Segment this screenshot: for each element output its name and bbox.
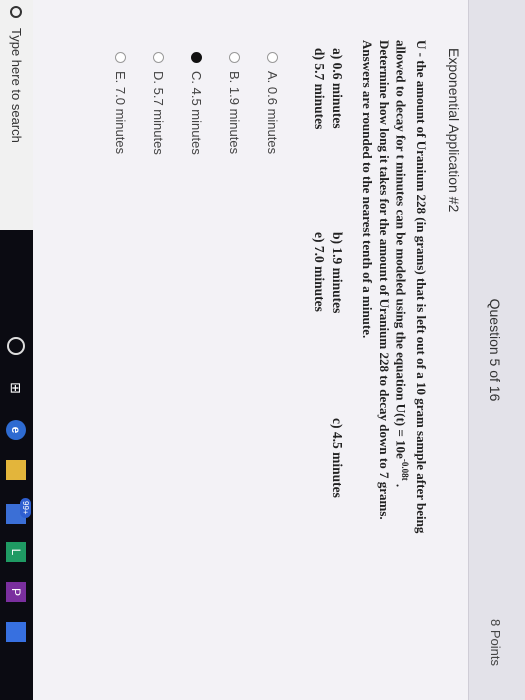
points-label: 8 Points [488,619,503,666]
option-d-label: D. 5.7 minutes [151,71,166,155]
radio-b[interactable] [229,52,240,63]
question-line-4: Answers are rounded to the nearest tenth… [359,40,375,339]
radio-a[interactable] [267,52,278,63]
mail-badge: 99+ [20,498,31,518]
option-a-label: A. 0.6 minutes [265,71,280,155]
printed-answer-d: d) 5.7 minutes [312,48,327,130]
radio-c[interactable] [191,52,202,63]
rotated-screen: Question 5 of 16 8 Points Exponential Ap… [0,0,525,700]
section-title: Exponential Application #2 [446,48,462,213]
question-header: Question 5 of 16 8 Points [468,0,525,700]
printed-answer-b: b) 1.9 minutes [330,232,345,314]
option-b[interactable]: B. 1.9 minutes [227,52,242,154]
question-line-2: allowed to decay for t minutes can be mo… [393,40,410,488]
app-p-icon[interactable]: P [6,582,26,602]
taskbar-search[interactable]: Type here to search [0,0,33,230]
task-view-icon[interactable]: ⊞ [6,378,26,398]
exponent: -0.08t [400,458,410,481]
option-e[interactable]: E. 7.0 minutes [113,52,128,154]
quiz-page: Question 5 of 16 8 Points Exponential Ap… [33,0,525,700]
app-l-icon[interactable]: L [6,542,26,562]
printed-answer-c: c) 4.5 minutes [330,418,345,498]
radio-e[interactable] [115,52,126,63]
printed-answer-a: a) 0.6 minutes [330,48,345,129]
search-icon [10,6,23,18]
question-line-1: U - the amount of Uranium 228 (in grams)… [414,40,429,534]
file-explorer-icon[interactable] [6,460,26,480]
cortana-icon[interactable] [7,337,25,355]
option-c-label: C. 4.5 minutes [189,71,204,155]
question-line-3: Determine how long it takes for the amou… [376,40,392,520]
option-a[interactable]: A. 0.6 minutes [265,52,280,154]
radio-d[interactable] [153,52,164,63]
option-e-label: E. 7.0 minutes [113,71,128,155]
question-text: U - the amount of Uranium 228 (in grams)… [359,40,430,680]
question-counter: Question 5 of 16 [487,298,503,402]
option-d[interactable]: D. 5.7 minutes [151,52,166,155]
search-placeholder: Type here to search [9,28,24,143]
store-icon[interactable] [6,622,26,642]
windows-taskbar: Type here to search ⊞ e 99+ L P [0,0,33,700]
option-c[interactable]: C. 4.5 minutes [189,52,204,155]
edge-browser-icon[interactable]: e [6,420,26,440]
printed-answer-e: e) 7.0 minutes [312,232,327,312]
option-b-label: B. 1.9 minutes [227,71,242,155]
